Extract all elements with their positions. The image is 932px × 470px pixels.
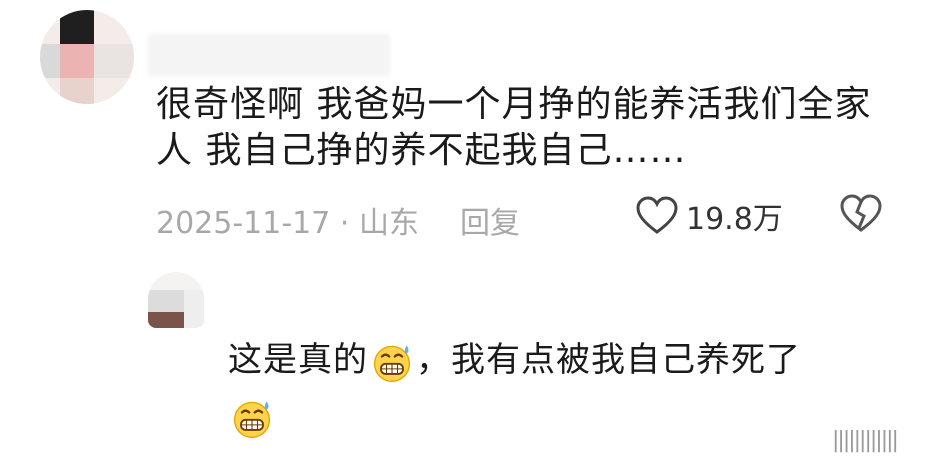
grimacing-sweat-emoji-icon bbox=[373, 345, 411, 382]
comment-location: 山东 bbox=[358, 206, 419, 241]
broken-heart-icon bbox=[840, 194, 882, 232]
avatar-pixel bbox=[60, 78, 94, 104]
meta-separator: · bbox=[339, 206, 359, 241]
avatar-pixel bbox=[184, 290, 204, 328]
avatar-pixel bbox=[94, 44, 134, 78]
comment-text-part: 这是真的 bbox=[228, 340, 368, 380]
comment-date: 2025-11-17 bbox=[156, 206, 331, 241]
grimacing-sweat-emoji-icon bbox=[233, 401, 271, 438]
avatar-pixel bbox=[148, 312, 184, 328]
like-count: 19.8万 bbox=[686, 202, 783, 237]
comment-meta: 2025-11-17 · 山东 bbox=[156, 198, 419, 242]
dislike-button[interactable] bbox=[840, 194, 882, 238]
watermark: |||||||||||| bbox=[832, 428, 899, 453]
avatar[interactable] bbox=[40, 10, 134, 104]
comment-text: 这是真的 ，我有点被我自己养死了 bbox=[228, 332, 888, 444]
comment-text-part: ，我有点被我自己养死了 bbox=[416, 340, 801, 380]
username-blur bbox=[148, 34, 390, 76]
comment-text: 很奇怪啊 我爸妈一个月挣的能养活我们全家人 我自己挣的养不起我自己…… bbox=[156, 84, 872, 171]
avatar[interactable] bbox=[148, 272, 204, 328]
avatar-pixel bbox=[60, 10, 94, 44]
like-button[interactable]: 19.8万 bbox=[636, 194, 783, 238]
reply-button[interactable]: 回复 bbox=[460, 198, 520, 242]
avatar-pixel bbox=[60, 44, 94, 78]
avatar-pixel bbox=[148, 290, 184, 312]
avatar-pixel bbox=[40, 44, 60, 78]
heart-icon bbox=[636, 196, 678, 234]
